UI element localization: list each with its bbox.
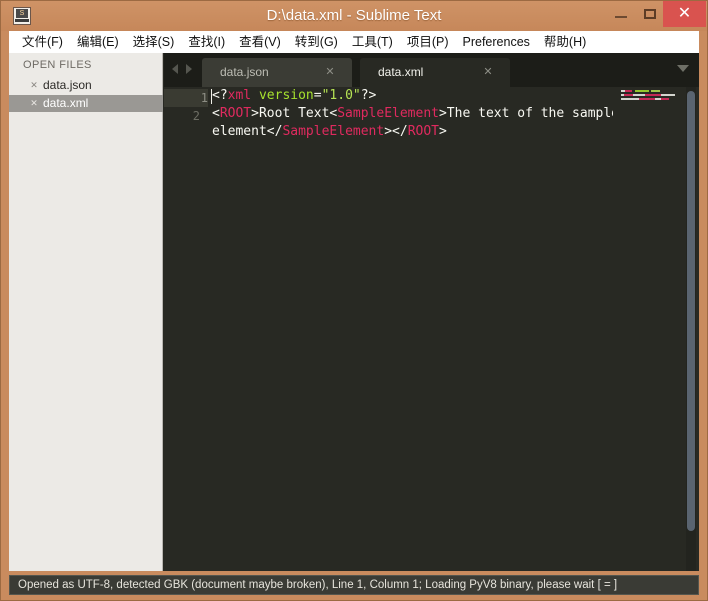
main-area: OPEN FILES ✕ data.json ✕ data.xml data.json… [9,53,699,571]
menu-item-0[interactable]: 文件(F) [15,31,70,53]
code-token-tag: ROOT [407,124,439,139]
code-token-tag: xml [227,88,252,103]
minimize-button[interactable] [605,1,637,27]
menu-item-8[interactable]: Preferences [456,31,537,53]
sidebar: OPEN FILES ✕ data.json ✕ data.xml [9,53,163,571]
sidebar-section-header: OPEN FILES [23,59,92,71]
minimize-icon [615,16,627,18]
menu-item-4[interactable]: 查看(V) [232,31,288,53]
line-number: 1 [164,89,208,107]
tab-close-icon[interactable]: ✕ [482,58,494,87]
close-icon: ✕ [677,5,692,22]
title-bar: S D:\data.xml - Sublime Text ✕ [1,1,707,31]
app-icon-base [15,19,29,22]
minimap-segment [635,90,649,92]
code-token-plain: ?> [360,88,377,103]
line-number: 2 [192,109,200,123]
status-message: Opened as UTF-8, detected GBK (document … [18,579,618,591]
tab-close-icon[interactable]: ✕ [324,58,336,87]
file-name-label: data.xml [43,96,89,110]
code-content[interactable]: <?xml version="1.0"?> <ROOT>Root Text<Sa… [212,87,632,141]
menu-item-9[interactable]: 帮助(H) [537,31,593,53]
chevron-down-icon[interactable] [677,65,689,72]
window-title: D:\data.xml - Sublime Text [266,7,442,24]
tab-data-json[interactable]: data.json ✕ [202,58,352,87]
editor-pane: data.json ✕ data.xml ✕ 12 <?xml version=… [164,53,699,571]
code-token-tag: ROOT [219,106,252,121]
sublime-text-icon: S [13,7,31,25]
line-number-gutter: 12 [164,87,208,571]
menu-item-5[interactable]: 转到(G) [288,31,345,53]
minimap-segment [639,98,655,100]
chevron-left-icon[interactable] [172,64,178,74]
code-token-tag: SampleElement [282,124,385,139]
chevron-right-icon[interactable] [186,64,192,74]
tab-label: data.json [220,65,269,79]
vertical-scrollbar-thumb[interactable] [687,91,695,531]
menu-item-3[interactable]: 查找(I) [181,31,232,53]
code-token-plain: < [212,106,220,121]
maximize-icon [644,9,656,19]
minimap-segment [625,90,632,92]
menu-item-6[interactable]: 工具(T) [345,31,400,53]
code-token-plain: > [439,124,447,139]
sidebar-file-data-xml[interactable]: ✕ data.xml [9,95,163,112]
sidebar-file-data-json[interactable]: ✕ data.json [9,77,163,94]
code-token-plain: ></ [384,124,408,139]
status-bar: Opened as UTF-8, detected GBK (document … [9,575,699,595]
code-token-attr: version [258,88,314,103]
menu-bar: 文件(F) 编辑(E) 选择(S) 查找(I) 查看(V) 转到(G) 工具(T) 项目(P)… [9,31,699,53]
minimap-segment [661,94,675,96]
code-token-plain: >Root Text< [251,106,338,121]
code-token-tag: SampleElement [337,106,439,121]
minimap-segment [661,98,669,100]
app-icon-glyph: S [16,9,28,18]
tab-bar: data.json ✕ data.xml ✕ [164,53,699,87]
tab-data-xml[interactable]: data.xml ✕ [360,58,510,87]
file-name-label: data.json [43,78,92,92]
file-close-icon[interactable]: ✕ [29,95,39,112]
close-button[interactable]: ✕ [663,1,706,27]
tab-label: data.xml [378,65,424,79]
application-window: S D:\data.xml - Sublime Text ✕ 文件(F) 编辑(E… [0,0,708,601]
file-close-icon[interactable]: ✕ [29,77,39,94]
minimap-segment [621,98,639,100]
minimap-segment [624,94,633,96]
menu-item-7[interactable]: 项目(P) [400,31,456,53]
minimap-segment [651,90,660,92]
code-token-str: "1.0" [321,88,361,103]
minimap-segment [645,94,661,96]
menu-item-2[interactable]: 选择(S) [126,31,182,53]
code-token-plain: <? [212,88,228,103]
menu-item-1[interactable]: 编辑(E) [70,31,126,53]
minimap-segment [633,94,645,96]
code-token-plain: = [313,88,322,103]
maximize-button[interactable] [634,1,666,27]
minimap[interactable] [613,87,685,571]
